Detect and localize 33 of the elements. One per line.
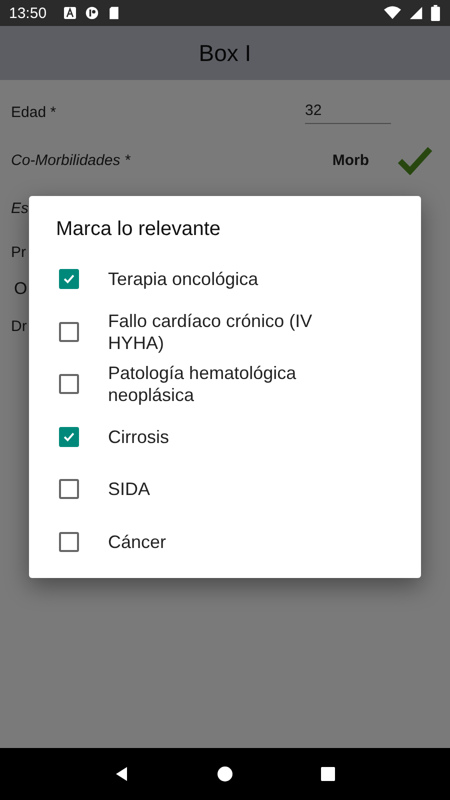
option-label[interactable]: Fallo cardíaco crónico (IV HYHA) <box>108 310 348 354</box>
battery-icon <box>431 5 440 21</box>
dialog-title: Marca lo relevante <box>56 218 222 241</box>
checkbox[interactable] <box>59 374 79 394</box>
checkbox[interactable] <box>59 269 79 290</box>
checkbox[interactable] <box>59 532 79 552</box>
option-label[interactable]: Cáncer <box>108 530 166 553</box>
recents-icon[interactable] <box>320 766 336 782</box>
checkbox[interactable] <box>59 426 79 447</box>
signal-icon <box>409 6 423 20</box>
field-label: Edad * <box>11 104 56 120</box>
field-label: Es <box>11 200 29 216</box>
screen-title: Box I <box>198 40 252 66</box>
picker-value[interactable]: Morb <box>332 152 369 168</box>
wifi-icon <box>384 6 401 20</box>
clock-time: 13:50 <box>9 4 47 22</box>
option-label[interactable]: Patología hematológica neoplásica <box>108 362 348 406</box>
option-label[interactable]: SIDA <box>108 478 150 500</box>
checkbox[interactable] <box>59 322 79 342</box>
input-field[interactable]: 32 <box>305 100 391 124</box>
field-label: Dr <box>11 318 27 334</box>
option-label[interactable]: Cirrosis <box>108 426 169 448</box>
field-label: Co-Morbilidades * <box>11 152 130 168</box>
circle-icon <box>84 6 99 20</box>
keyboard-icon <box>62 6 77 20</box>
sd-card-icon <box>106 6 121 20</box>
checkmark-icon[interactable] <box>397 145 433 175</box>
back-icon[interactable] <box>114 766 130 782</box>
field-label: Pr <box>11 244 26 260</box>
field-label: O <box>14 279 28 299</box>
checkbox[interactable] <box>59 479 79 500</box>
option-label[interactable]: Terapia oncológica <box>108 268 258 290</box>
home-icon[interactable] <box>216 766 233 782</box>
